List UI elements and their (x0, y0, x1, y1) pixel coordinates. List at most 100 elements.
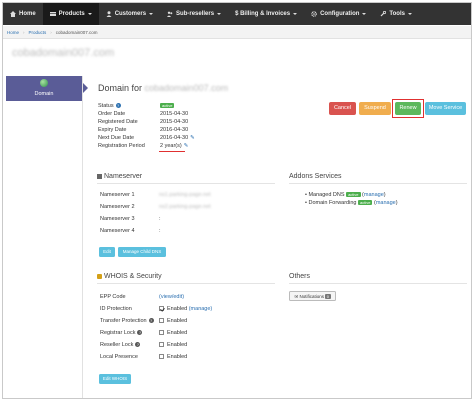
chevron-down-icon (149, 13, 154, 15)
nameserver-value: : (159, 228, 161, 234)
chevron-down-icon (87, 13, 92, 15)
edit-icon[interactable]: ✎ (190, 134, 195, 142)
nameserver-value: : (159, 216, 161, 222)
nameserver-value: ns1.parking-page.net (159, 192, 211, 198)
notifications-button[interactable]: ✉ Notifications 0 (289, 291, 336, 301)
id-protection-checkbox[interactable] (159, 306, 164, 312)
app-window: Home Products Customers Sub-resellers $ … (2, 2, 472, 399)
enabled-label: Enabled (167, 330, 188, 336)
id-protection-label: ID Protection (100, 306, 132, 312)
side-tab-domain[interactable]: Domain (6, 76, 88, 101)
transfer-protection-text: Transfer Protection (100, 318, 147, 324)
order-date-label: Order Date (98, 111, 126, 117)
status-value: active (160, 102, 175, 110)
nav-tools[interactable]: Tools (373, 3, 419, 25)
registered-date-label: Registered Date (98, 119, 138, 125)
nav-products-label: Products (58, 11, 85, 17)
globe-icon (40, 79, 48, 87)
domain-heading: Domain for cobadomain007.com (98, 83, 228, 93)
notifications-count-badge: 0 (325, 294, 331, 299)
edit-icon[interactable]: ✎ (184, 142, 189, 150)
notifications-label: Notifications (299, 294, 325, 299)
side-tab-label: Domain (34, 91, 54, 97)
epp-code-link[interactable]: (view/edit) (159, 292, 184, 302)
registrar-lock-value: Enabled (159, 328, 187, 338)
manage-child-dns-button[interactable]: Manage Child DNS (118, 247, 166, 257)
nameserver-label: Nameserver 2 (100, 204, 135, 210)
status-label-text: Status (98, 103, 114, 109)
reseller-lock-checkbox[interactable] (159, 342, 164, 348)
nameserver-label: Nameserver 3 (100, 216, 135, 222)
chevron-down-icon (362, 13, 367, 15)
registration-period-label: Registration Period (98, 143, 145, 149)
local-presence-label: Local Presence (100, 354, 138, 360)
move-service-button[interactable]: Move Service (425, 102, 466, 115)
registration-period-value: 2 year(s) ✎ (160, 142, 188, 150)
cancel-button[interactable]: Cancel (329, 102, 356, 115)
manage-link[interactable]: manage (376, 200, 396, 206)
edit-nameserver-button[interactable]: Edit (99, 247, 115, 257)
nav-home[interactable]: Home (3, 3, 43, 25)
nav-configuration-label: Configuration (320, 11, 360, 17)
enabled-label: Enabled (167, 342, 188, 348)
status-label: Status? (98, 102, 158, 110)
chevron-down-icon (407, 13, 412, 15)
whois-title: WHOIS & Security (104, 273, 162, 280)
enabled-label: Enabled (167, 318, 188, 324)
gear-icon (311, 11, 317, 17)
nav-customers-label: Customers (114, 11, 147, 17)
reseller-lock-label: Reseller Lock? (100, 340, 160, 350)
transfer-protection-checkbox[interactable] (159, 318, 164, 324)
registrar-lock-checkbox[interactable] (159, 330, 164, 336)
edit-whois-button[interactable]: Edit WHOIS (99, 374, 131, 384)
breadcrumb-home[interactable]: Home (7, 30, 19, 35)
nameserver-title: Nameserver (104, 173, 143, 180)
renew-button[interactable]: Renew (395, 102, 421, 115)
products-icon (49, 11, 56, 17)
id-protection-value: Enabled (manage) (159, 304, 212, 314)
help-icon[interactable]: ? (135, 342, 141, 348)
divider (289, 283, 467, 284)
nameserver-value: ns2.parking-page.net (159, 204, 211, 210)
local-presence-checkbox[interactable] (159, 354, 164, 360)
epp-code-label: EPP Code (100, 294, 126, 300)
nav-billing[interactable]: $ Billing & Invoices (228, 3, 304, 25)
highlight-underline (159, 151, 185, 152)
next-due-date-value: 2016-04-30 ✎ (160, 134, 195, 142)
nav-configuration[interactable]: Configuration (304, 3, 373, 25)
customers-icon (106, 11, 112, 17)
order-date-value: 2015-04-30 (160, 111, 189, 117)
nav-sub-resellers-label: Sub-resellers (176, 11, 215, 17)
suspend-button[interactable]: Suspend (359, 102, 391, 115)
divider (97, 283, 275, 284)
manage-link[interactable]: (manage) (189, 306, 213, 312)
nav-home-label: Home (19, 11, 36, 17)
transfer-protection-value: Enabled (159, 316, 187, 326)
registration-period-text: 2 year(s) (160, 143, 182, 149)
domain-heading-prefix: Domain for (98, 83, 143, 93)
nav-billing-label: $ Billing & Invoices (235, 11, 291, 17)
reseller-lock-value: Enabled (159, 340, 187, 350)
help-icon[interactable]: ? (115, 103, 121, 109)
help-icon[interactable]: ? (148, 318, 154, 324)
manage-link[interactable]: manage (364, 192, 384, 198)
divider (289, 183, 467, 184)
nav-products[interactable]: Products (42, 3, 99, 25)
sub-resellers-icon (167, 11, 173, 17)
status-badge: active (346, 192, 361, 198)
nav-customers[interactable]: Customers (99, 3, 160, 25)
breadcrumb-current: cobadomain007.com (55, 29, 98, 35)
home-icon (10, 11, 16, 17)
breadcrumb-products[interactable]: Products (29, 30, 47, 35)
page-title: cobadomain007.com (12, 47, 115, 59)
help-icon[interactable]: ? (137, 330, 143, 336)
registered-date-value: 2015-04-30 (160, 119, 189, 125)
addon-managed-dns: • Managed DNS active (manage) (305, 192, 386, 198)
nav-sub-resellers[interactable]: Sub-resellers (160, 3, 228, 25)
enabled-label: Enabled (167, 306, 188, 312)
server-icon (97, 173, 102, 179)
breadcrumb: Home › Products › cobadomain007.com (3, 26, 471, 39)
addon-name: Domain Forwarding (308, 200, 357, 206)
enabled-label: Enabled (167, 354, 188, 360)
nameserver-heading: Nameserver (97, 173, 142, 180)
